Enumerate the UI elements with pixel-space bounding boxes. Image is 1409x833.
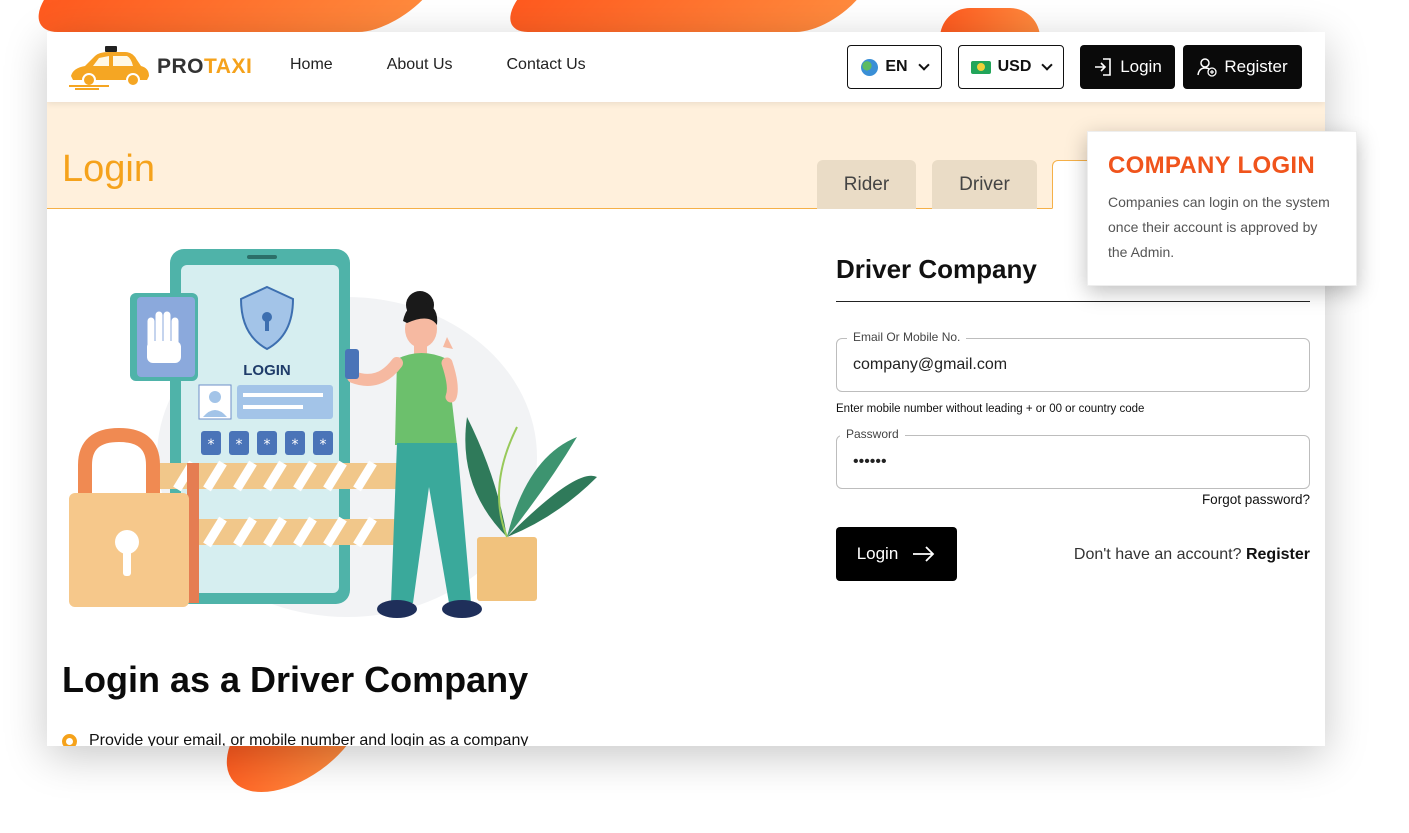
signup-prompt: Don't have an account? Register	[1074, 546, 1310, 564]
illustration-screen-text: LOGIN	[243, 362, 291, 379]
main-nav: Home About Us Contact Us	[290, 56, 586, 74]
svg-text:*: *	[320, 437, 327, 453]
register-link[interactable]: Register	[1246, 546, 1310, 563]
callout-text: Companies can login on the system once t…	[1108, 194, 1330, 260]
form-heading: Driver Company	[836, 254, 1037, 284]
brand-name-part1: PRO	[157, 55, 205, 78]
login-icon	[1095, 58, 1111, 76]
language-select[interactable]: EN	[847, 45, 942, 89]
arrow-right-icon	[913, 546, 935, 562]
header-register-button[interactable]: Register	[1183, 45, 1302, 89]
currency-value: USD	[997, 58, 1032, 75]
bullet-icon	[62, 733, 77, 746]
signup-text: Don't have an account?	[1073, 546, 1242, 563]
forgot-password-link[interactable]: Forgot password?	[1202, 492, 1310, 507]
nav-home-link[interactable]: Home	[290, 56, 333, 74]
page-title: Login	[62, 148, 155, 190]
chevron-down-icon	[1041, 58, 1054, 71]
decor-streak	[491, 0, 889, 32]
callout-title: COMPANY LOGIN	[1108, 152, 1316, 179]
decor-streak	[18, 0, 470, 32]
brand-name: PROTAXI	[157, 55, 252, 79]
brand-logo[interactable]: PROTAXI	[69, 42, 252, 92]
nav-contact-link[interactable]: Contact Us	[507, 56, 586, 74]
divider	[836, 301, 1310, 302]
login-submit-label: Login	[856, 544, 899, 563]
list-item: Provide your email, or mobile number and…	[62, 732, 528, 746]
svg-text:*: *	[264, 437, 271, 453]
globe-icon	[861, 58, 879, 76]
login-illustration: LOGIN * * * * *	[69, 249, 597, 618]
svg-text:*: *	[236, 437, 243, 453]
email-field: Email Or Mobile No.	[836, 330, 1310, 392]
password-label: Password	[840, 427, 905, 441]
currency-select[interactable]: USD	[958, 45, 1064, 89]
email-hint: Enter mobile number without leading + or…	[836, 403, 1145, 415]
email-input[interactable]	[853, 353, 1293, 377]
svg-text:*: *	[208, 437, 215, 453]
header-register-label: Register	[1224, 57, 1288, 76]
company-login-callout: COMPANY LOGIN Companies can login on the…	[1087, 131, 1357, 286]
header-login-label: Login	[1120, 57, 1162, 76]
header-login-button[interactable]: Login	[1080, 45, 1175, 89]
nav-about-link[interactable]: About Us	[387, 56, 453, 74]
section-title: Login as a Driver Company	[62, 659, 529, 700]
login-submit-button[interactable]: Login	[836, 527, 957, 581]
currency-flag-icon	[970, 60, 991, 74]
brand-name-part2: TAXI	[204, 55, 253, 78]
list-item-text: Provide your email, or mobile number and…	[89, 732, 529, 746]
tab-driver[interactable]: Driver	[932, 160, 1037, 209]
svg-text:*: *	[292, 437, 299, 453]
site-header: PROTAXI Home About Us Contact Us EN USD	[47, 32, 1325, 102]
stage: PROTAXI Home About Us Contact Us EN USD	[0, 0, 1409, 833]
email-label: Email Or Mobile No.	[847, 330, 967, 344]
password-input[interactable]	[853, 450, 1293, 474]
chevron-down-icon	[917, 58, 930, 71]
password-field: Password	[836, 427, 1310, 489]
tab-rider[interactable]: Rider	[817, 160, 916, 209]
user-add-icon	[1197, 58, 1217, 77]
taxi-car-icon	[69, 46, 149, 90]
language-value: EN	[885, 58, 908, 75]
